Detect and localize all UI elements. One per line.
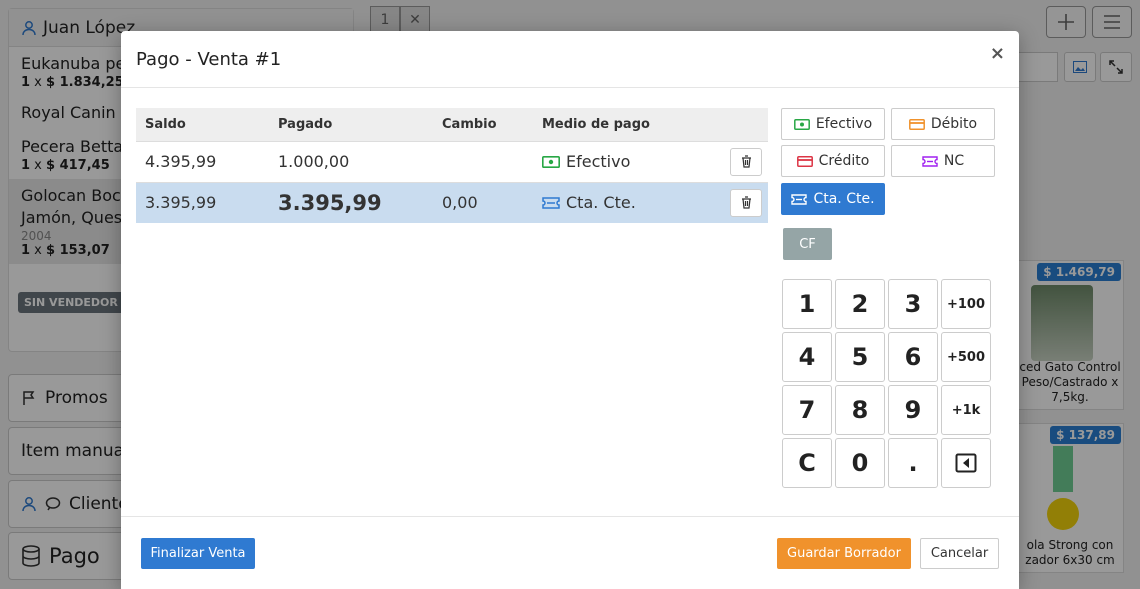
- col-header-pagado: Pagado: [269, 108, 433, 141]
- cta-cte-label: Cta. Cte.: [813, 191, 875, 207]
- table-row[interactable]: 3.395,99 3.395,99 0,00 Cta. Cte.: [136, 181, 768, 223]
- cf-button[interactable]: CF: [783, 228, 832, 260]
- debito-button[interactable]: Débito: [891, 108, 995, 140]
- key-9[interactable]: 9: [888, 385, 938, 435]
- cell-saldo: 3.395,99: [136, 181, 269, 223]
- credito-button[interactable]: Crédito: [781, 145, 885, 177]
- backspace-icon: [955, 453, 977, 473]
- cta-cte-button[interactable]: Cta. Cte.: [781, 183, 885, 215]
- key-6[interactable]: 6: [888, 332, 938, 382]
- credito-label: Crédito: [818, 153, 870, 169]
- cash-icon: [793, 118, 810, 130]
- cell-cambio: 0,00: [433, 181, 533, 223]
- medio-label: Cta. Cte.: [566, 193, 636, 213]
- numeric-keypad: 1 2 3 +100 4 5 6 +500 7 8 9 +1k C 0 .: [782, 279, 991, 488]
- key-7[interactable]: 7: [782, 385, 832, 435]
- medio-label: Efectivo: [566, 152, 631, 171]
- delete-payment-button[interactable]: [730, 147, 762, 176]
- cash-icon: [542, 155, 560, 168]
- credit-card-icon: [908, 118, 925, 130]
- key-2[interactable]: 2: [835, 279, 885, 329]
- key-1[interactable]: 1: [782, 279, 832, 329]
- key-8[interactable]: 8: [835, 385, 885, 435]
- key-0[interactable]: 0: [835, 438, 885, 488]
- modal-header: Pago - Venta #1 ×: [121, 31, 1019, 88]
- key-3[interactable]: 3: [888, 279, 938, 329]
- nc-button[interactable]: NC: [891, 145, 995, 177]
- cell-pagado[interactable]: 3.395,99: [269, 181, 433, 223]
- efectivo-label: Efectivo: [815, 116, 873, 132]
- ticket-icon: [791, 193, 808, 205]
- ticket-icon: [922, 155, 938, 167]
- finalizar-venta-button[interactable]: Finalizar Venta: [141, 538, 255, 569]
- modal-title: Pago - Venta #1: [136, 48, 282, 70]
- delete-payment-button[interactable]: [730, 188, 762, 217]
- backspace-button[interactable]: [941, 438, 991, 488]
- trash-icon: [741, 196, 751, 209]
- nc-label: NC: [943, 153, 965, 169]
- debito-label: Débito: [930, 116, 978, 132]
- key-decimal[interactable]: .: [888, 438, 938, 488]
- credit-card-icon: [796, 155, 813, 167]
- cell-medio: Efectivo: [533, 140, 768, 182]
- payments-table: Saldo Pagado Cambio Medio de pago 4.395,…: [136, 108, 768, 223]
- col-header-saldo: Saldo: [136, 108, 269, 141]
- cell-cambio: [433, 140, 533, 182]
- cancel-button[interactable]: Cancelar: [920, 538, 999, 569]
- col-header-medio: Medio de pago: [533, 108, 768, 141]
- cell-medio: Cta. Cte.: [533, 181, 768, 223]
- ticket-icon: [542, 197, 560, 209]
- guardar-borrador-button[interactable]: Guardar Borrador: [777, 538, 911, 569]
- modal-footer: Finalizar Venta Guardar Borrador Cancela…: [121, 516, 1019, 589]
- efectivo-button[interactable]: Efectivo: [781, 108, 885, 140]
- close-icon[interactable]: ×: [990, 43, 1005, 64]
- col-header-cambio: Cambio: [433, 108, 533, 141]
- cell-pagado[interactable]: 1.000,00: [269, 140, 433, 182]
- table-row[interactable]: 4.395,99 1.000,00 Efectivo: [136, 140, 768, 182]
- key-5[interactable]: 5: [835, 332, 885, 382]
- key-plus-1k[interactable]: +1k: [941, 385, 991, 435]
- cell-saldo: 4.395,99: [136, 140, 269, 182]
- key-4[interactable]: 4: [782, 332, 832, 382]
- key-plus-500[interactable]: +500: [941, 332, 991, 382]
- key-clear[interactable]: C: [782, 438, 832, 488]
- key-plus-100[interactable]: +100: [941, 279, 991, 329]
- trash-icon: [741, 155, 751, 168]
- payment-modal: Pago - Venta #1 × Saldo Pagado Cambio Me…: [121, 31, 1019, 589]
